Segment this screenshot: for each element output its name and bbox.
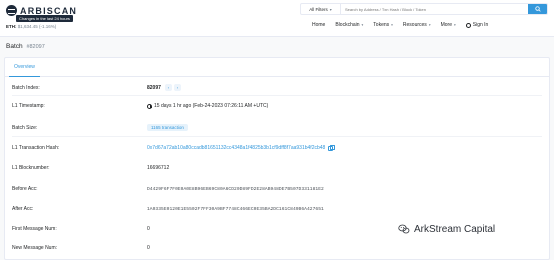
detail-row-l1-block: L1 Blocknumber: 16696712 [12, 165, 542, 171]
clock-icon [147, 103, 152, 109]
top-header: ARBISCAN Changes in the last 24 hours ET… [0, 0, 554, 37]
tab-overview[interactable]: Overview [9, 58, 40, 77]
eth-price-value: $1,634.45 (-1.16%) [17, 24, 57, 29]
after-acc-value: 1A0335E0120E1E5502F7FF30A9BF7748C466EC0E… [147, 206, 324, 212]
l1-timestamp-value: 15 days 1 hr ago (Feb-24-2023 07:26:11 A… [154, 103, 269, 109]
chevron-down-icon: ▾ [453, 23, 456, 27]
search-icon [534, 6, 541, 12]
chevron-down-icon: ▾ [329, 6, 332, 12]
logo-text: ARBISCAN [20, 5, 78, 16]
first-message-value: 0 [147, 226, 150, 232]
batch-index-label: Batch Index: [12, 84, 40, 91]
page-title: Batch #82097 [6, 43, 45, 50]
chevron-right-icon[interactable]: › [173, 84, 181, 91]
chevron-down-icon: ▾ [391, 23, 393, 27]
batch-size-label: Batch Size: [12, 124, 38, 131]
batch-size-value-wrap: 1165 transaction [147, 124, 188, 131]
search-button[interactable] [528, 4, 547, 14]
nav-home-label: Home [312, 22, 326, 28]
watermark: ArkStream Capital [398, 223, 495, 235]
before-acc-label: Before Acc: [12, 186, 38, 192]
sign-in-link[interactable]: Sign In [465, 22, 489, 28]
user-icon [465, 22, 471, 28]
after-acc-label: After Acc: [12, 206, 34, 212]
before-acc-value: D4429F6F7F0E0A0E8B96EB69C80A6CD20D89FD2E… [147, 186, 324, 192]
nav-resources-label: Resources [402, 22, 427, 28]
search-filter-dropdown[interactable]: All Filters ▾ [301, 4, 341, 14]
sign-in-label: Sign In [472, 22, 489, 28]
first-message-label: First Message Num: [12, 226, 57, 232]
main-nav: Home Blockchain ▾ Tokens ▾ Resources ▾ M… [312, 22, 488, 28]
chevron-down-icon: ▾ [361, 23, 364, 27]
copy-icon[interactable] [328, 145, 336, 151]
price-change-tooltip: Changes in the last 24 hours [16, 15, 73, 22]
nav-resources[interactable]: Resources ▾ [403, 22, 431, 28]
nav-more[interactable]: More ▾ [441, 22, 456, 28]
divider [12, 136, 542, 137]
l1-tx-hash-link[interactable]: 0x7d67a72ab10a80ccadb81651132cc4348a1f48… [147, 145, 325, 151]
nav-blockchain-label: Blockchain [335, 22, 360, 28]
nav-home[interactable]: Home [312, 22, 325, 28]
batch-number: #82097 [26, 44, 45, 50]
detail-row-l1-timestamp: L1 Timestamp: 15 days 1 hr ago (Feb-24-2… [12, 103, 542, 109]
detail-row-before-acc: Before Acc: D4429F6F7F0E0A0E8B96EB69C80A… [12, 186, 542, 192]
tab-bar: Overview [5, 58, 549, 77]
chat-bubble-icon [398, 224, 410, 234]
l1-tx-hash-value-wrap: 0x7d67a72ab10a80ccadb81651132cc4348a1f48… [147, 145, 336, 151]
l1-timestamp-value-wrap: 15 days 1 hr ago (Feb-24-2023 07:26:11 A… [147, 103, 268, 109]
l1-block-value: 16696712 [147, 165, 170, 171]
detail-row-batch-size: Batch Size: 1165 transaction [12, 124, 542, 131]
nav-more-label: More [440, 22, 452, 28]
search-bar: All Filters ▾ [300, 3, 548, 15]
detail-row-after-acc: After Acc: 1A0335E0120E1E5502F7FF30A9BF7… [12, 206, 542, 212]
l1-tx-hash-label: L1 Transaction Hash: [12, 145, 60, 151]
batch-index-value: 82097 [147, 84, 161, 91]
nav-tokens[interactable]: Tokens ▾ [373, 22, 393, 28]
filter-label: All Filters [309, 6, 328, 12]
batch-size-badge[interactable]: 1165 transaction [147, 124, 188, 131]
search-input[interactable] [341, 4, 528, 14]
eth-price: ETH: $1,634.45 (-1.16%) [6, 24, 56, 29]
detail-row-new-message: New Message Num: 0 [12, 245, 542, 251]
batch-pager: ‹ › [164, 84, 181, 91]
page-title-text: Batch [6, 43, 23, 50]
watermark-text: ArkStream Capital [414, 223, 496, 235]
chevron-left-icon[interactable]: ‹ [164, 84, 172, 91]
chevron-down-icon: ▾ [428, 23, 431, 27]
detail-row-batch-index: Batch Index: 82097 ‹ › [12, 84, 542, 91]
new-message-label: New Message Num: [12, 245, 58, 251]
detail-row-l1-tx-hash: L1 Transaction Hash: 0x7d67a72ab10a80cca… [12, 145, 542, 151]
divider [12, 95, 542, 96]
nav-blockchain[interactable]: Blockchain ▾ [335, 22, 363, 28]
l1-timestamp-label: L1 Timestamp: [12, 103, 45, 109]
eth-price-label: ETH: [6, 24, 17, 29]
new-message-value: 0 [147, 245, 150, 251]
nav-tokens-label: Tokens [373, 22, 390, 28]
l1-block-label: L1 Blocknumber: [12, 165, 50, 171]
batch-index-value-wrap: 82097 ‹ › [147, 84, 181, 91]
